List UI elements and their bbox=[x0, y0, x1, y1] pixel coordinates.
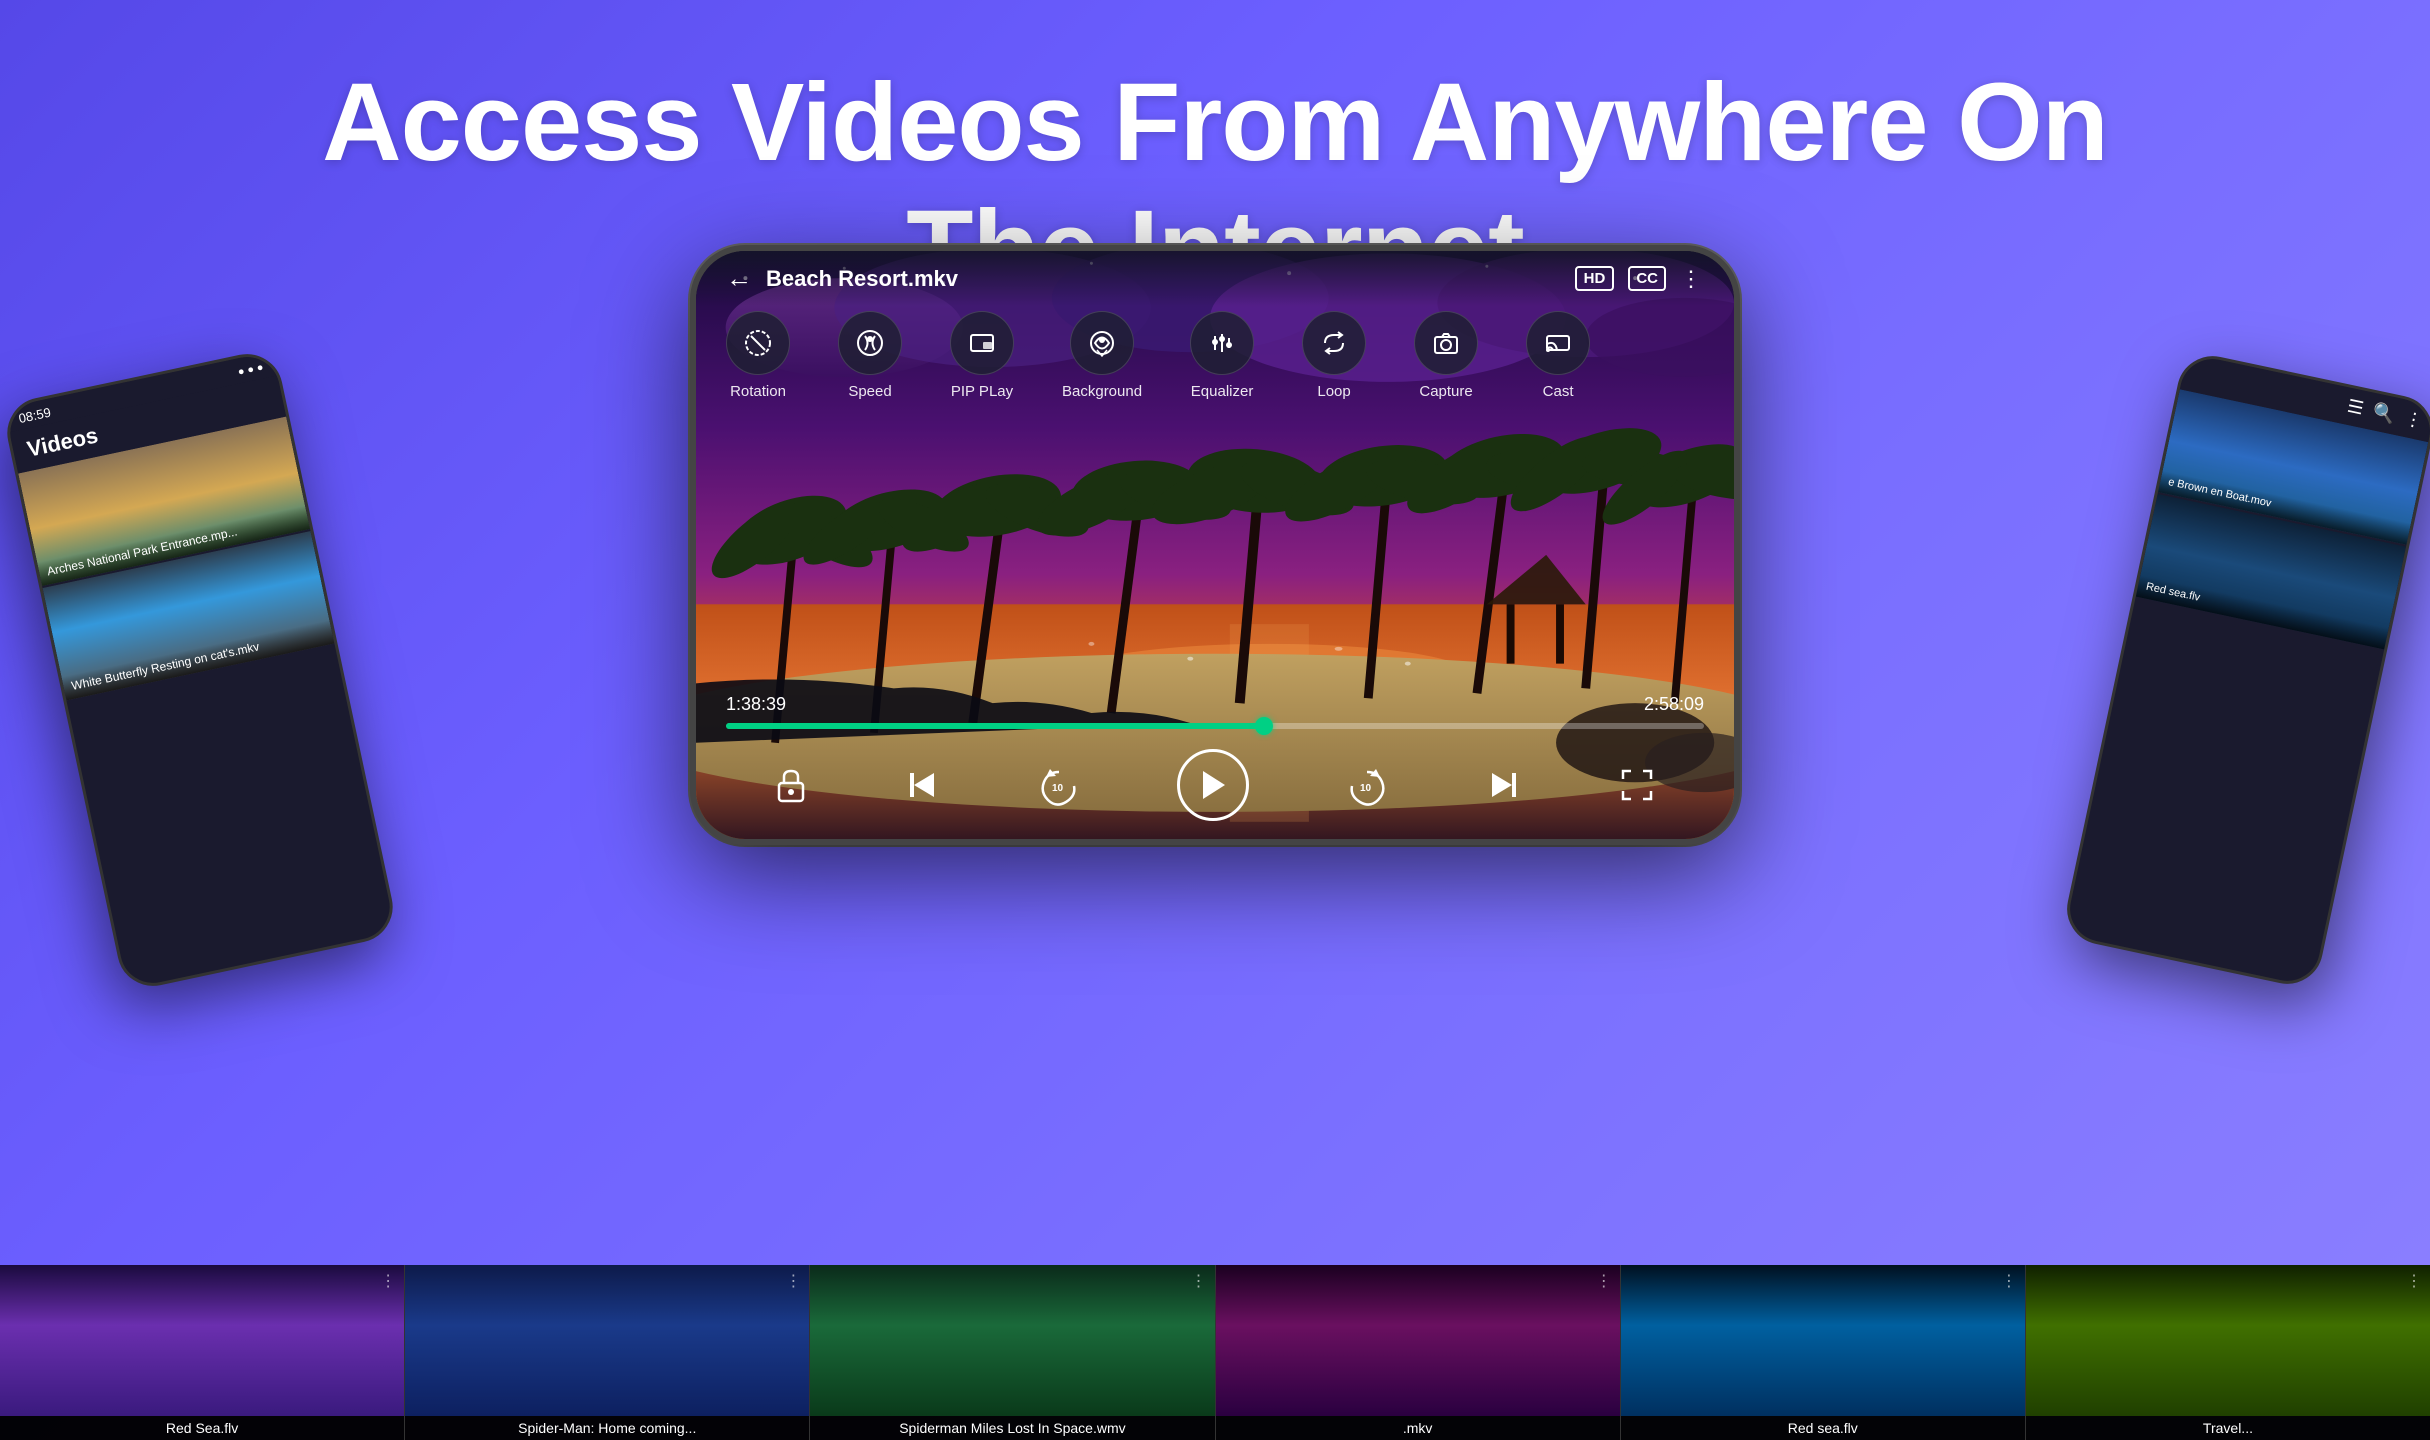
fullscreen-button[interactable] bbox=[1619, 767, 1655, 803]
film-label-2: Spider-Man: Home coming... bbox=[405, 1416, 809, 1440]
film-thumb-4 bbox=[1216, 1265, 1620, 1416]
film-thumb-1 bbox=[0, 1265, 404, 1416]
lock-button[interactable] bbox=[775, 767, 807, 803]
cast-control[interactable]: Cast bbox=[1526, 311, 1590, 400]
film-more-2[interactable]: ⋮ bbox=[785, 1271, 801, 1291]
loop-control[interactable]: Loop bbox=[1302, 311, 1366, 400]
current-time: 1:38:39 bbox=[726, 694, 786, 715]
hd-badge[interactable]: HD bbox=[1575, 266, 1615, 291]
progress-bar-bg[interactable] bbox=[726, 723, 1704, 729]
film-label-4: .mkv bbox=[1216, 1416, 1620, 1440]
film-label-6: Travel... bbox=[2026, 1416, 2430, 1440]
cast-icon-circle bbox=[1526, 311, 1590, 375]
next-button[interactable] bbox=[1486, 767, 1522, 803]
phone-center: ← Beach Resort.mkv HD CC ⋮ Rotation bbox=[690, 245, 1740, 845]
capture-icon-circle bbox=[1414, 311, 1478, 375]
film-more-6[interactable]: ⋮ bbox=[2406, 1271, 2422, 1291]
top-right-icons: HD CC ⋮ bbox=[1575, 266, 1704, 292]
film-thumb-6 bbox=[2026, 1265, 2430, 1416]
film-more-4[interactable]: ⋮ bbox=[1596, 1271, 1612, 1291]
pip-icon-circle bbox=[950, 311, 1014, 375]
search-icon: 🔍 bbox=[2371, 401, 2397, 426]
equalizer-label: Equalizer bbox=[1191, 383, 1254, 400]
time-row: 1:38:39 2:58:09 bbox=[726, 694, 1704, 715]
speed-label: Speed bbox=[848, 383, 891, 400]
status-time: 08:59 bbox=[17, 405, 52, 426]
rotation-icon-circle bbox=[726, 311, 790, 375]
equalizer-icon-circle bbox=[1190, 311, 1254, 375]
equalizer-control[interactable]: Equalizer bbox=[1190, 311, 1254, 400]
loop-label: Loop bbox=[1317, 383, 1350, 400]
film-item-4[interactable]: .mkv ⋮ bbox=[1216, 1265, 1621, 1440]
capture-label: Capture bbox=[1419, 383, 1472, 400]
controls-row: Rotation Speed PIP PLay bbox=[696, 311, 1734, 400]
cast-label: Cast bbox=[1543, 383, 1574, 400]
forward10-button[interactable]: 10 bbox=[1346, 764, 1388, 806]
bottom-controls: 10 10 bbox=[696, 749, 1734, 821]
rotation-control[interactable]: Rotation bbox=[726, 311, 790, 400]
film-thumb-5 bbox=[1621, 1265, 2025, 1416]
film-label-3: Spiderman Miles Lost In Space.wmv bbox=[810, 1416, 1214, 1440]
loop-icon-circle bbox=[1302, 311, 1366, 375]
video-filename: Beach Resort.mkv bbox=[766, 266, 958, 292]
progress-bar-fill bbox=[726, 723, 1264, 729]
replay10-button[interactable]: 10 bbox=[1038, 764, 1080, 806]
capture-control[interactable]: Capture bbox=[1414, 311, 1478, 400]
film-more-1[interactable]: ⋮ bbox=[380, 1271, 396, 1291]
back-arrow-icon[interactable]: ← bbox=[726, 263, 752, 294]
film-thumb-2 bbox=[405, 1265, 809, 1416]
phone-center-top: ← Beach Resort.mkv HD CC ⋮ bbox=[696, 251, 1734, 306]
film-item-5[interactable]: Red sea.flv ⋮ bbox=[1621, 1265, 2026, 1440]
pip-label: PIP PLay bbox=[951, 383, 1013, 400]
film-item-3[interactable]: Spiderman Miles Lost In Space.wmv ⋮ bbox=[810, 1265, 1215, 1440]
background-icon-circle bbox=[1070, 311, 1134, 375]
film-item-1[interactable]: Red Sea.flv ⋮ bbox=[0, 1265, 405, 1440]
film-label-1: Red Sea.flv bbox=[0, 1416, 404, 1440]
background-control[interactable]: Background bbox=[1062, 311, 1142, 400]
more-menu-icon[interactable]: ⋮ bbox=[1680, 266, 1704, 292]
total-time: 2:58:09 bbox=[1644, 694, 1704, 715]
speed-control[interactable]: Speed bbox=[838, 311, 902, 400]
cc-badge[interactable]: CC bbox=[1628, 266, 1666, 291]
filmstrip: Red Sea.flv ⋮ Spider-Man: Home coming...… bbox=[0, 1265, 2430, 1440]
film-thumb-3 bbox=[810, 1265, 1214, 1416]
film-label-5: Red sea.flv bbox=[1621, 1416, 2025, 1440]
film-item-2[interactable]: Spider-Man: Home coming... ⋮ bbox=[405, 1265, 810, 1440]
prev-button[interactable] bbox=[904, 767, 940, 803]
progress-area: 1:38:39 2:58:09 bbox=[726, 694, 1704, 729]
back-title: ← Beach Resort.mkv bbox=[726, 263, 958, 294]
background-label: Background bbox=[1062, 383, 1142, 400]
film-more-5[interactable]: ⋮ bbox=[2001, 1271, 2017, 1291]
film-more-3[interactable]: ⋮ bbox=[1191, 1271, 1207, 1291]
rotation-label: Rotation bbox=[730, 383, 786, 400]
headline-line1: Access Videos From Anywhere On bbox=[0, 60, 2430, 187]
svg-text:10: 10 bbox=[1052, 783, 1064, 794]
play-button[interactable] bbox=[1177, 749, 1249, 821]
svg-text:10: 10 bbox=[1360, 783, 1372, 794]
speed-icon-circle bbox=[838, 311, 902, 375]
pip-control[interactable]: PIP PLay bbox=[950, 311, 1014, 400]
status-icons: ● ● ● bbox=[237, 361, 265, 378]
film-item-6[interactable]: Travel... ⋮ bbox=[2026, 1265, 2430, 1440]
menu-icon: ☰ bbox=[2345, 396, 2365, 420]
more-icon: ⋮ bbox=[2403, 408, 2425, 432]
progress-thumb[interactable] bbox=[1255, 717, 1273, 735]
